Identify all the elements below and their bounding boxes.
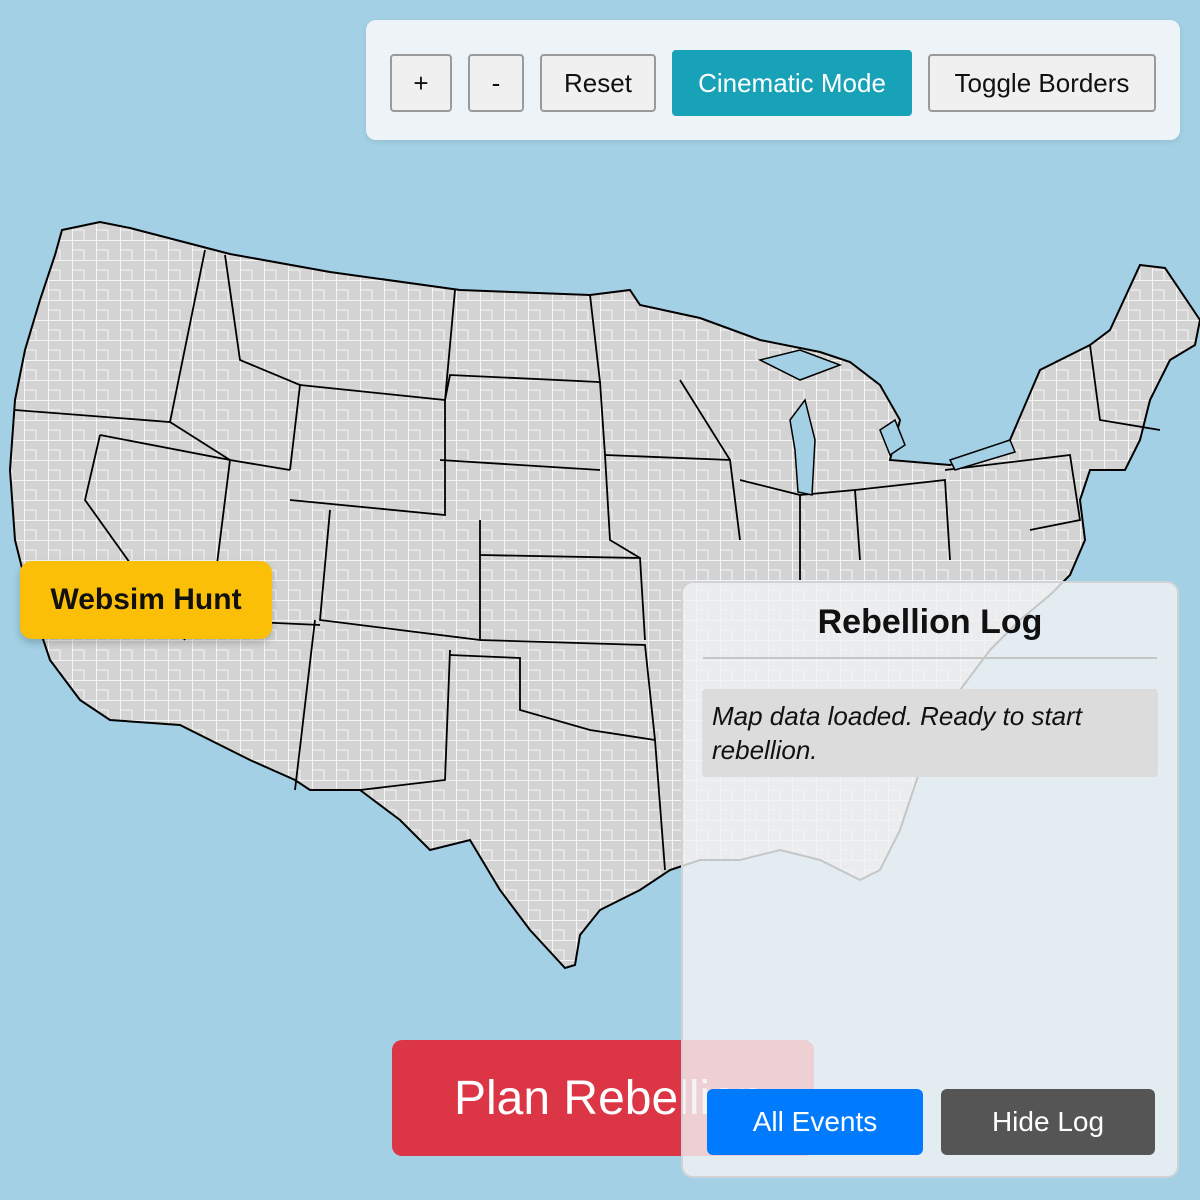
hide-log-button[interactable]: Hide Log bbox=[941, 1089, 1155, 1155]
rebellion-log-panel: Rebellion Log Map data loaded. Ready to … bbox=[681, 581, 1179, 1178]
reset-button[interactable]: Reset bbox=[540, 54, 656, 112]
all-events-button[interactable]: All Events bbox=[707, 1089, 923, 1155]
websim-hunt-button[interactable]: Websim Hunt bbox=[20, 561, 272, 639]
zoom-out-button[interactable]: - bbox=[468, 54, 524, 112]
toggle-borders-button[interactable]: Toggle Borders bbox=[928, 54, 1156, 112]
log-title: Rebellion Log bbox=[817, 603, 1043, 641]
log-divider bbox=[703, 657, 1157, 659]
cinematic-mode-button[interactable]: Cinematic Mode bbox=[672, 50, 912, 116]
zoom-in-button[interactable]: + bbox=[390, 54, 452, 112]
log-entry: Map data loaded. Ready to start rebellio… bbox=[702, 689, 1158, 777]
map-toolbar: + - Reset Cinematic Mode Toggle Borders bbox=[366, 20, 1180, 140]
